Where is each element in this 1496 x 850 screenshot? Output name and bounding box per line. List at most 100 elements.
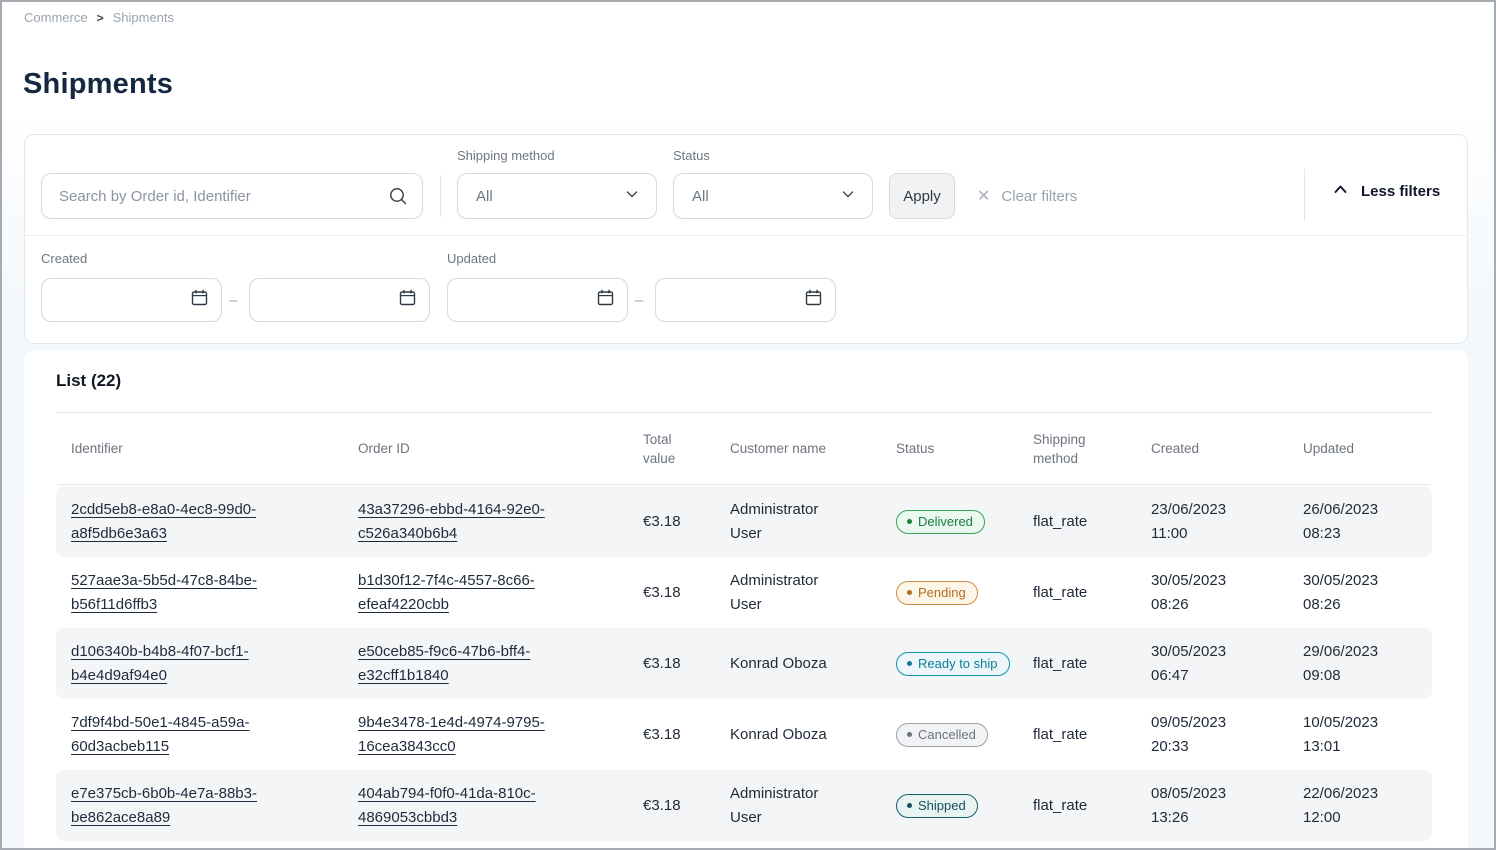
filters-panel: Shipping method All Status All Apply xyxy=(24,134,1468,344)
filters-row-divider xyxy=(25,235,1467,236)
updated-date: 30/05/2023 08:26 xyxy=(1303,569,1403,617)
status-dot-icon xyxy=(907,732,912,737)
identifier-link[interactable]: 7df9f4bd-50e1-4845-a59a-60d3acbeb115 xyxy=(71,711,283,759)
content-area: Shipping method All Status All Apply xyxy=(2,114,1494,848)
table-row: 527aae3a-5b5d-47c8-84be-b56f11d6ffb3 b1d… xyxy=(56,557,1432,628)
calendar-icon xyxy=(398,288,417,312)
table-row: 7df9f4bd-50e1-4845-a59a-60d3acbeb115 9b4… xyxy=(56,699,1432,770)
table-body: 2cdd5eb8-e8a0-4ec8-99d0-a8f5db6e3a63 43a… xyxy=(56,486,1432,841)
breadcrumb-separator-icon: > xyxy=(97,11,104,25)
shipping-method-select[interactable]: All xyxy=(457,173,657,219)
chevron-up-icon xyxy=(1332,181,1349,202)
status-label: Status xyxy=(673,148,710,163)
updated-filter-label: Updated xyxy=(447,251,496,266)
status-value: All xyxy=(692,188,709,205)
clear-filters-label: Clear filters xyxy=(1001,188,1077,205)
page-title: Shipments xyxy=(23,68,173,101)
updated-date: 22/06/2023 12:00 xyxy=(1303,782,1403,830)
table-row: e7e375cb-6b0b-4e7a-88b3-be862ace8a89 404… xyxy=(56,770,1432,841)
order-id-link[interactable]: 9b4e3478-1e4d-4974-9795-16cea3843cc0 xyxy=(358,711,570,759)
created-date: 30/05/2023 06:47 xyxy=(1151,640,1251,688)
table-row: 2cdd5eb8-e8a0-4ec8-99d0-a8f5db6e3a63 43a… xyxy=(56,486,1432,557)
status-dot-icon xyxy=(907,590,912,595)
calendar-icon xyxy=(596,288,615,312)
updated-to-input[interactable] xyxy=(655,278,836,322)
created-date: 23/06/2023 11:00 xyxy=(1151,498,1251,546)
clear-filters-button[interactable]: ✕ Clear filters xyxy=(977,183,1077,209)
status-badge: Delivered xyxy=(896,510,985,534)
filter-divider xyxy=(440,175,441,217)
total-value: €3.18 xyxy=(643,655,730,672)
col-updated: Updated xyxy=(1303,439,1432,458)
chevron-down-icon xyxy=(624,186,640,207)
created-date: 09/05/2023 20:33 xyxy=(1151,711,1251,759)
table-row: d106340b-b4b8-4f07-bcf1-b4e4d9af94e0 e50… xyxy=(56,628,1432,699)
created-date: 08/05/2023 13:26 xyxy=(1151,782,1251,830)
customer-name: Konrad Oboza xyxy=(730,723,842,747)
order-id-link[interactable]: b1d30f12-7f4c-4557-8c66-efeaf4220cbb xyxy=(358,569,570,617)
status-select[interactable]: All xyxy=(673,173,873,219)
chevron-down-icon xyxy=(840,186,856,207)
customer-name: Administrator User xyxy=(730,498,842,546)
total-value: €3.18 xyxy=(643,797,730,814)
calendar-icon xyxy=(190,288,209,312)
status-dot-icon xyxy=(907,519,912,524)
status-dot-icon xyxy=(907,661,912,666)
col-total-value: Total value xyxy=(643,430,691,468)
shipping-method: flat_rate xyxy=(1033,797,1151,814)
identifier-link[interactable]: e7e375cb-6b0b-4e7a-88b3-be862ace8a89 xyxy=(71,782,283,830)
list-title: List (22) xyxy=(56,371,121,391)
identifier-link[interactable]: 527aae3a-5b5d-47c8-84be-b56f11d6ffb3 xyxy=(71,569,283,617)
col-order-id: Order ID xyxy=(358,439,643,458)
created-from-input[interactable] xyxy=(41,278,222,322)
customer-name: Konrad Oboza xyxy=(730,652,842,676)
identifier-link[interactable]: d106340b-b4b8-4f07-bcf1-b4e4d9af94e0 xyxy=(71,640,283,688)
shipping-method: flat_rate xyxy=(1033,726,1151,743)
shipping-method: flat_rate xyxy=(1033,655,1151,672)
shipping-method-value: All xyxy=(476,188,493,205)
order-id-link[interactable]: e50ceb85-f9c6-47b6-bff4-e32cff1b1840 xyxy=(358,640,570,688)
updated-from-input[interactable] xyxy=(447,278,628,322)
status-dot-icon xyxy=(907,803,912,808)
order-id-link[interactable]: 404ab794-f0f0-41da-810c-4869053cbbd3 xyxy=(358,782,570,830)
range-dash: – xyxy=(229,292,237,309)
updated-date: 26/06/2023 08:23 xyxy=(1303,498,1403,546)
status-badge: Shipped xyxy=(896,794,978,818)
range-dash: – xyxy=(635,292,643,309)
breadcrumb: Commerce > Shipments xyxy=(24,10,174,25)
search-input[interactable] xyxy=(42,188,388,205)
shipments-page: Commerce > Shipments Shipments Shipping … xyxy=(0,0,1496,850)
identifier-link[interactable]: 2cdd5eb8-e8a0-4ec8-99d0-a8f5db6e3a63 xyxy=(71,498,283,546)
breadcrumb-commerce[interactable]: Commerce xyxy=(24,10,88,25)
apply-button[interactable]: Apply xyxy=(889,173,955,219)
customer-name: Administrator User xyxy=(730,569,842,617)
total-value: €3.18 xyxy=(643,726,730,743)
shipping-method-label: Shipping method xyxy=(457,148,555,163)
col-customer-name: Customer name xyxy=(730,439,896,458)
status-badge: Cancelled xyxy=(896,723,988,747)
filter-divider xyxy=(1304,169,1305,221)
search-box xyxy=(41,173,423,219)
col-status: Status xyxy=(896,439,1033,458)
customer-name: Administrator User xyxy=(730,782,842,830)
created-date: 30/05/2023 08:26 xyxy=(1151,569,1251,617)
search-icon[interactable] xyxy=(388,186,408,206)
updated-date: 29/06/2023 09:08 xyxy=(1303,640,1403,688)
table-header: Identifier Order ID Total value Customer… xyxy=(56,413,1432,485)
created-to-input[interactable] xyxy=(249,278,430,322)
col-created: Created xyxy=(1151,439,1303,458)
shipping-method: flat_rate xyxy=(1033,513,1151,530)
status-badge: Pending xyxy=(896,581,978,605)
total-value: €3.18 xyxy=(643,513,730,530)
shipping-method: flat_rate xyxy=(1033,584,1151,601)
less-filters-label: Less filters xyxy=(1361,183,1440,200)
breadcrumb-shipments[interactable]: Shipments xyxy=(113,10,174,25)
less-filters-toggle[interactable]: Less filters xyxy=(1332,181,1440,202)
shipments-list-panel: List (22) Identifier Order ID Total valu… xyxy=(24,350,1468,850)
close-icon: ✕ xyxy=(977,186,990,206)
col-identifier: Identifier xyxy=(71,439,358,458)
order-id-link[interactable]: 43a37296-ebbd-4164-92e0-c526a340b6b4 xyxy=(358,498,570,546)
updated-date: 10/05/2023 13:01 xyxy=(1303,711,1403,759)
created-filter-label: Created xyxy=(41,251,87,266)
status-badge: Ready to ship xyxy=(896,652,1010,676)
